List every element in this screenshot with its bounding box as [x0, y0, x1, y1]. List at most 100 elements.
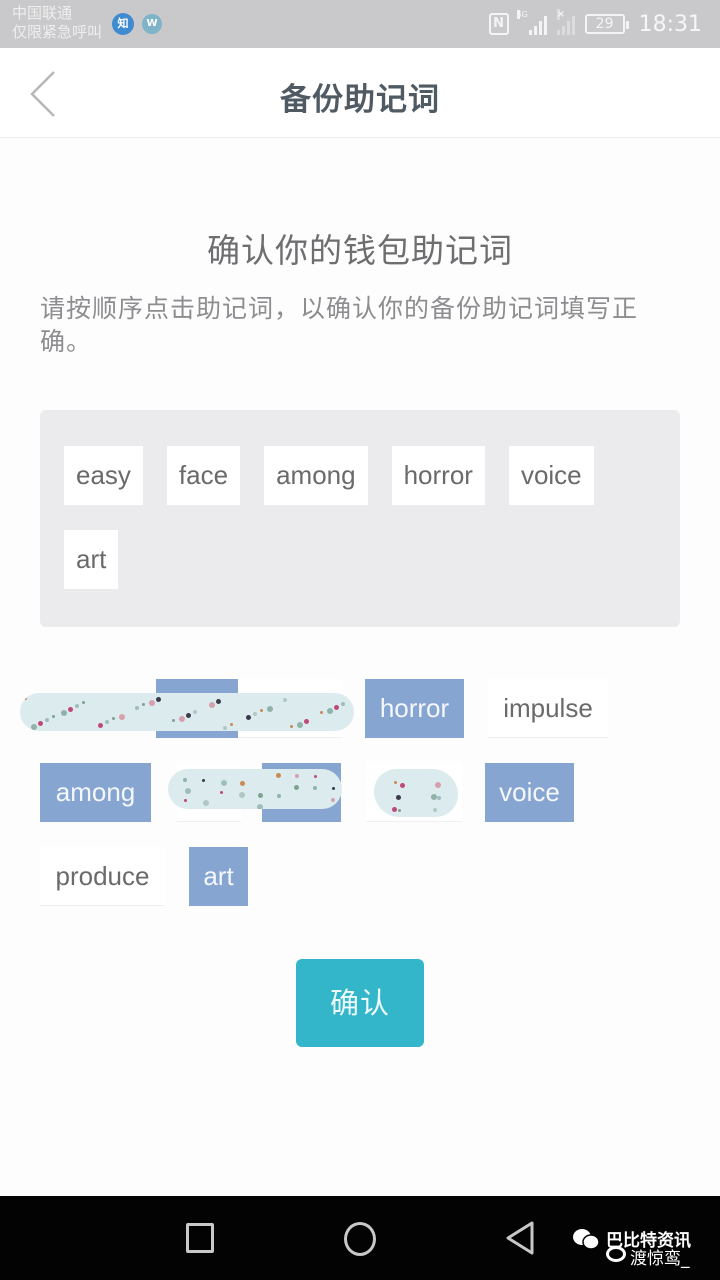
circle-icon[interactable] — [344, 1222, 376, 1256]
word-chip[interactable]: voice — [485, 763, 574, 822]
redaction-dot — [314, 775, 317, 778]
redaction-dot — [82, 701, 85, 704]
redaction-dot — [297, 722, 303, 728]
redaction-dot — [38, 721, 43, 726]
redaction-dot — [437, 796, 441, 800]
redaction-dot — [253, 712, 257, 716]
confirm-button[interactable]: 确认 — [296, 959, 424, 1047]
carrier-info: 中国联通 仅限紧急呼叫 — [12, 4, 102, 42]
battery-icon: 29 — [584, 14, 629, 34]
redaction-dot — [179, 716, 185, 722]
system-nav-bar: 巴比特资讯 渡惊鸾_ — [0, 1196, 720, 1280]
network-type: 4G — [516, 10, 528, 19]
nfc-icon: N — [488, 13, 509, 35]
selected-word-chip[interactable]: among — [264, 446, 368, 505]
selected-word-chip[interactable]: art — [64, 530, 119, 589]
redaction-dot — [172, 719, 175, 722]
redaction-dot — [223, 726, 227, 730]
redaction-dot — [400, 783, 405, 788]
status-icons: N 4G × 29 18:31 — [488, 8, 702, 40]
redaction-dot — [31, 724, 37, 730]
redaction-dot — [294, 785, 299, 790]
redaction-dot — [257, 804, 263, 809]
word-chip[interactable]: impulse — [488, 679, 608, 738]
redaction-dot — [435, 782, 441, 788]
status-bar: 中国联通 仅限紧急呼叫 知 W N 4G × 29 18:31 — [0, 0, 720, 48]
redaction-dot — [203, 800, 209, 806]
redaction-dot — [61, 710, 67, 716]
redaction-dot — [327, 708, 333, 714]
redaction-dot — [320, 711, 323, 714]
redaction-dot — [183, 778, 187, 782]
selected-word-chip[interactable]: horror — [391, 446, 485, 505]
redaction-dot — [394, 781, 397, 784]
clock: 18:31 — [638, 11, 702, 37]
carrier-name: 中国联通 — [12, 4, 73, 22]
redaction-dot — [220, 791, 223, 794]
redaction-dot — [239, 792, 245, 798]
redaction-dot — [75, 704, 79, 708]
triangle-back-icon[interactable] — [504, 1220, 536, 1256]
watermark-author: 渡惊鸾_ — [630, 1249, 690, 1269]
redaction-dot — [258, 793, 263, 798]
page-title: 备份助记词 — [280, 82, 440, 118]
redaction-dot — [184, 799, 187, 802]
app-header: 备份助记词 — [0, 48, 720, 138]
redaction-dot — [142, 703, 145, 706]
instructions-text: 请按顺序点击助记词，以确认你的备份助记词填写正确。 — [40, 294, 639, 356]
redaction-dot — [24, 697, 27, 700]
redaction-dot — [193, 710, 197, 714]
redaction-dot — [267, 706, 273, 712]
back-triangle-glyph — [506, 1221, 534, 1255]
redaction-dot — [283, 698, 287, 702]
word-chip[interactable]: art — [189, 847, 248, 906]
redaction-dot — [334, 705, 339, 710]
redaction-dot — [52, 715, 55, 718]
redaction-dot — [277, 794, 281, 798]
redaction-dot — [221, 780, 227, 786]
redaction-dot — [119, 714, 125, 720]
word-chip[interactable]: horror — [365, 679, 464, 738]
carrier-status: 仅限紧急呼叫 — [12, 23, 103, 41]
selected-word-chip[interactable]: face — [166, 446, 241, 505]
redaction-dot — [230, 723, 233, 726]
redaction-dot — [156, 697, 161, 702]
redaction-mark — [374, 769, 458, 817]
redaction-dot — [392, 807, 397, 812]
wechat-icon — [573, 1229, 600, 1250]
redaction-dot — [209, 702, 215, 708]
redaction-dot — [149, 700, 155, 706]
redaction-mark — [168, 769, 342, 809]
redaction-dot — [295, 774, 299, 778]
section-title: 确认你的钱包助记词 — [207, 231, 513, 270]
redaction-dot — [202, 779, 205, 782]
square-icon[interactable] — [186, 1223, 214, 1253]
selected-word-chip[interactable]: voice — [508, 446, 594, 505]
no-signal-x-icon: × — [556, 9, 565, 20]
redaction-mark — [20, 693, 354, 731]
signal-no-sim-icon: × — [556, 9, 575, 35]
watermark: 巴比特资讯 渡惊鸾_ — [572, 1214, 720, 1274]
redaction-dot — [186, 713, 191, 718]
redaction-dot — [246, 715, 251, 720]
redaction-dot — [398, 809, 401, 812]
selected-word-chip[interactable]: easy — [64, 446, 143, 505]
redaction-dot — [260, 709, 263, 712]
redaction-dot — [68, 707, 73, 712]
redaction-dot — [304, 719, 309, 724]
redaction-dot — [313, 786, 317, 790]
redaction-dot — [135, 706, 139, 710]
zhihu-icon: 知 — [112, 13, 134, 35]
selected-words-panel: easy face among horror voice art — [40, 410, 680, 627]
word-chip[interactable]: among — [40, 763, 151, 822]
redaction-dot — [45, 718, 49, 722]
redaction-dot — [331, 798, 335, 802]
redaction-dot — [290, 725, 293, 728]
redaction-dot — [185, 788, 191, 794]
redaction-dot — [240, 781, 245, 786]
redaction-dot — [341, 702, 345, 706]
redaction-dot — [433, 808, 437, 812]
word-chip[interactable]: produce — [40, 847, 165, 906]
redaction-dot — [112, 717, 115, 720]
weibo-icon — [606, 1246, 626, 1262]
